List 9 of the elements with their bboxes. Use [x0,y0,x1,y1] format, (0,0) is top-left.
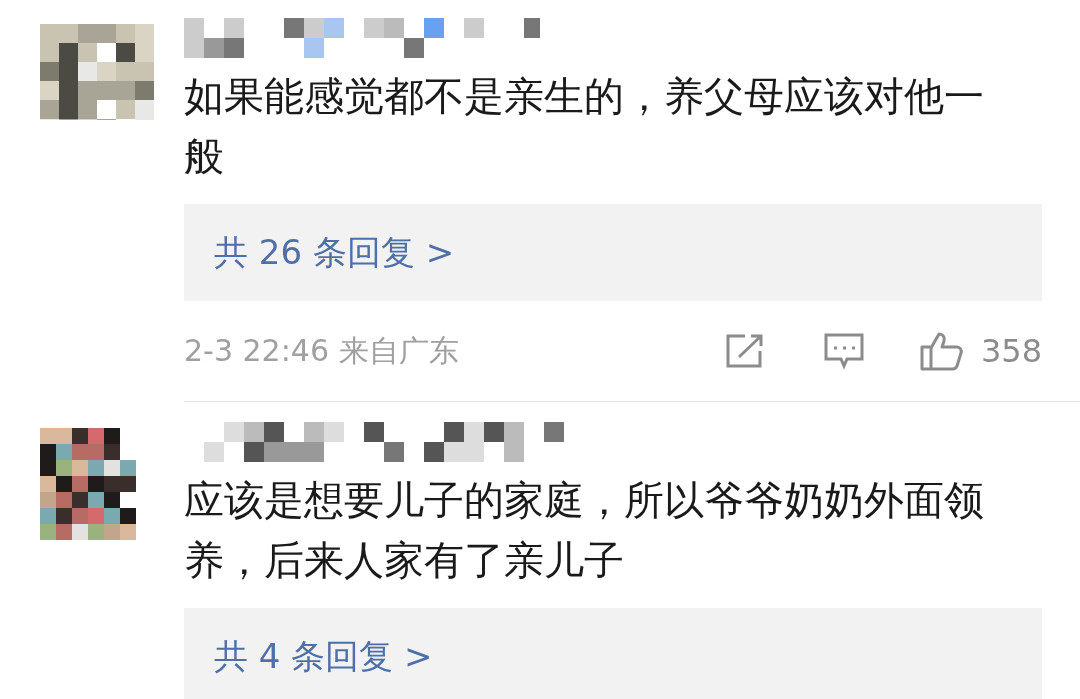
replies-link[interactable]: 共 26 条回复 > [184,204,1042,301]
thumbs-up-icon[interactable] [918,330,965,372]
comment-icon[interactable] [822,332,865,370]
like-count: 358 [980,332,1042,370]
share-icon[interactable] [724,333,765,369]
replies-link[interactable]: 共 4 条回复 > [184,608,1042,699]
comment-time: 2-3 22:46 来自广东 [184,331,460,370]
comment-text: 应该是想要儿子的家庭，所以爷爷奶奶外面领养，后来人家有了亲儿子 [184,476,985,585]
comment-text: 如果能感觉都不是亲生的，养父母应该对他一般 [184,72,985,181]
